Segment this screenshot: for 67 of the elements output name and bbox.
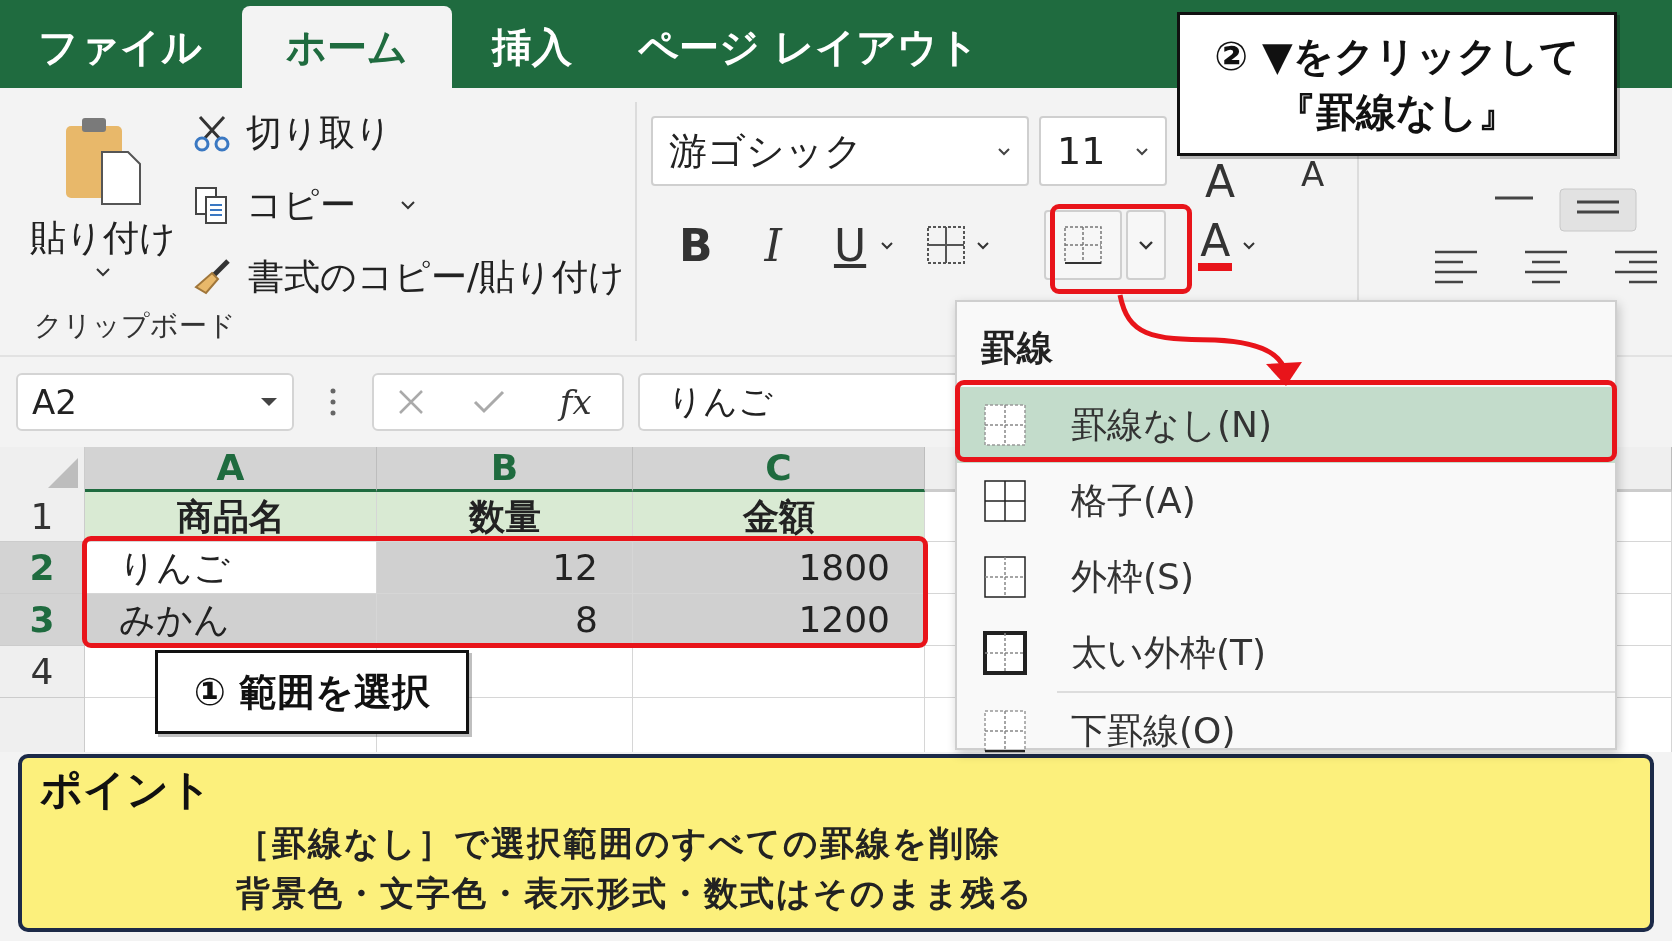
checkmark-icon[interactable] <box>473 390 506 414</box>
ribbon-tab[interactable]: ファイル <box>12 6 228 88</box>
note-heading: ポイント <box>40 764 213 816</box>
column-header[interactable]: B <box>377 447 633 492</box>
font-color-button[interactable]: A <box>1198 219 1233 271</box>
table-cell: 12 <box>377 542 633 594</box>
column-header[interactable]: C <box>633 447 925 492</box>
font-size-dropdown[interactable]: 11 <box>1039 116 1167 186</box>
name-box[interactable]: A2 <box>16 373 294 431</box>
caret-icon <box>1135 146 1149 156</box>
align-center-icon[interactable] <box>1523 248 1569 284</box>
bold-button[interactable]: B <box>671 219 721 271</box>
copy-button[interactable]: コピー <box>246 180 356 230</box>
borders-button[interactable] <box>1044 210 1123 280</box>
underline-button[interactable]: U <box>825 219 875 271</box>
grow-font-button[interactable]: A <box>1197 160 1244 204</box>
align-left-icon[interactable] <box>1433 248 1479 284</box>
table-cell: 1800 <box>633 542 925 594</box>
border-icon <box>1063 225 1104 265</box>
triangle-icon <box>48 458 78 488</box>
shrink-font-button[interactable]: A <box>1293 154 1333 194</box>
no-border-icon <box>983 403 1027 447</box>
caret-icon[interactable] <box>1242 240 1257 250</box>
caret-icon[interactable] <box>400 200 416 210</box>
all-borders-icon <box>983 479 1027 523</box>
note-text: 背景色・文字色・表示形式・数式はそのまま残る <box>235 872 1035 915</box>
table-cell: 8 <box>377 594 633 646</box>
insert-function-button[interactable]: fx <box>553 381 598 423</box>
table-cell: 1200 <box>633 594 925 646</box>
ribbon-tab[interactable]: ホーム <box>242 6 452 88</box>
caret-icon <box>260 397 278 407</box>
caret-icon[interactable] <box>880 240 895 250</box>
ribbon-tab[interactable]: ページ レイアウト <box>612 6 1005 88</box>
caret-icon[interactable] <box>976 240 991 250</box>
menu-item[interactable]: 格子(A) <box>957 463 1615 539</box>
cut-button[interactable]: 切り取り <box>246 108 392 158</box>
table-cell: みかん <box>85 594 377 646</box>
outside-border-icon <box>983 555 1027 599</box>
scissors-icon[interactable] <box>192 113 232 153</box>
caret-icon[interactable] <box>95 267 111 277</box>
callout-label: ② ▼をクリックして 『罫線なし』 <box>1177 12 1617 156</box>
row-header[interactable]: 4 <box>0 646 85 698</box>
italic-button[interactable]: I <box>756 219 790 271</box>
ribbon-tab[interactable]: 挿入 <box>466 6 598 88</box>
menu-item[interactable]: 下罫線(O) <box>957 693 1615 769</box>
format-painter-button[interactable]: 書式のコピー/貼り付け <box>248 252 626 302</box>
note-text: ［罫線なし］で選択範囲のすべての罫線を削除 <box>235 822 1002 865</box>
table-cell: りんご <box>85 542 377 594</box>
row-header[interactable]: 3 <box>0 594 85 646</box>
align-middle-icon[interactable] <box>1559 188 1637 232</box>
thick-border-icon <box>983 631 1027 675</box>
align-right-icon[interactable] <box>1613 248 1659 284</box>
menu-title: 罫線 <box>980 326 1053 370</box>
more-icon[interactable] <box>330 388 336 416</box>
column-header[interactable]: A <box>85 447 377 492</box>
border-grid-icon[interactable] <box>926 225 967 265</box>
caret-icon <box>997 146 1011 156</box>
row-header[interactable]: 2 <box>0 542 85 594</box>
row-header[interactable]: 1 <box>0 492 85 542</box>
menu-item[interactable]: 太い外枠(T) <box>957 615 1615 691</box>
menu-item[interactable]: 罫線なし(N) <box>957 387 1615 463</box>
paste-button[interactable]: 貼り付け <box>30 214 176 263</box>
menu-item[interactable]: 外枠(S) <box>957 539 1615 615</box>
caret-icon <box>1138 240 1155 250</box>
callout-label: ① 範囲を選択 <box>155 650 469 734</box>
group-label: クリップボード <box>34 308 236 344</box>
font-name-dropdown[interactable]: 游ゴシック <box>651 116 1029 186</box>
